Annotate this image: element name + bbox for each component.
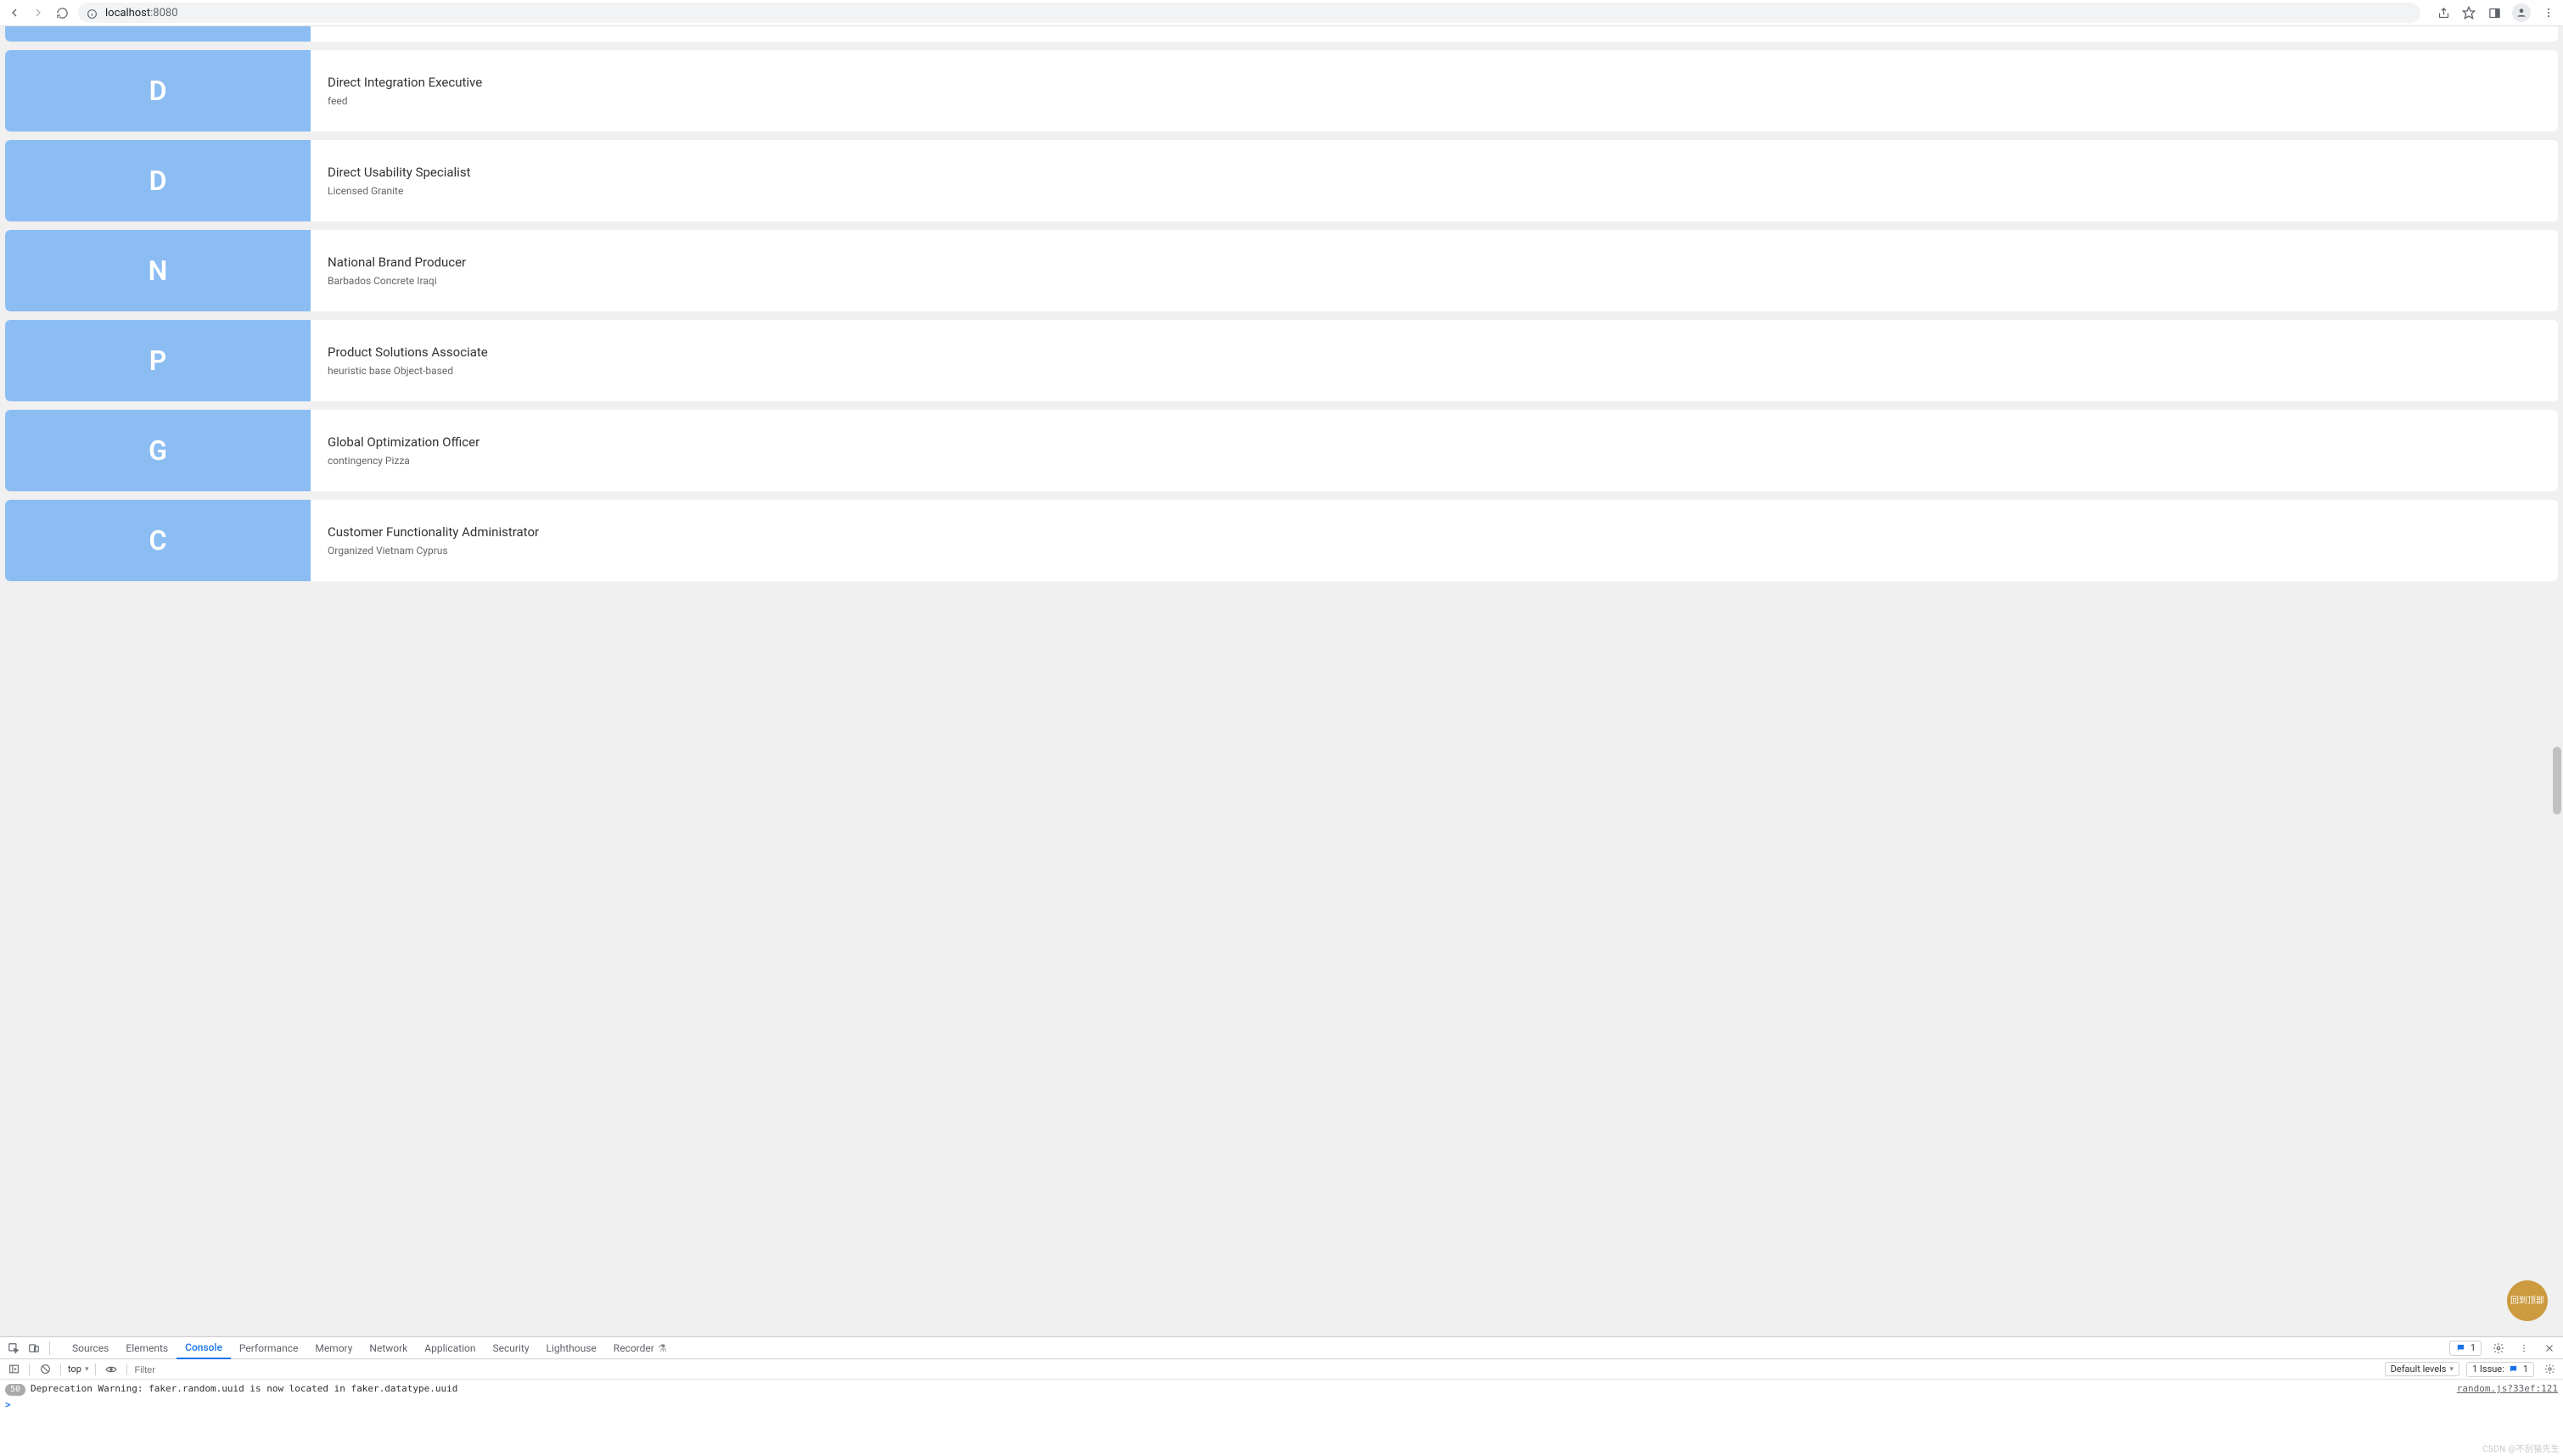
card-avatar: P bbox=[5, 320, 311, 401]
list-item[interactable] bbox=[5, 26, 2558, 42]
separator bbox=[126, 1364, 127, 1375]
message-count-badge: 50 bbox=[5, 1384, 25, 1396]
card-subtitle: contingency Pizza bbox=[328, 455, 2541, 467]
console-message-text: Deprecation Warning: faker.random.uuid i… bbox=[31, 1383, 2452, 1394]
console-prompt[interactable]: > bbox=[5, 1397, 2558, 1412]
page-viewport: D Direct Integration Executive feed D Di… bbox=[0, 26, 2563, 1336]
back-button[interactable] bbox=[7, 5, 22, 20]
tab-performance[interactable]: Performance bbox=[231, 1337, 306, 1359]
card-subtitle: feed bbox=[328, 95, 2541, 107]
log-levels-select[interactable]: Default levels bbox=[2385, 1362, 2459, 1376]
devtools-tabbar: Sources Elements Console Performance Mem… bbox=[0, 1337, 2563, 1359]
tab-sources[interactable]: Sources bbox=[64, 1337, 117, 1359]
side-panel-icon[interactable] bbox=[2487, 5, 2502, 20]
list-item[interactable]: C Customer Functionality Administrator O… bbox=[5, 500, 2558, 581]
clear-console-icon[interactable] bbox=[36, 1361, 53, 1378]
card-avatar bbox=[5, 26, 311, 42]
tab-recorder[interactable]: Recorder⚗ bbox=[605, 1337, 676, 1359]
bookmark-icon[interactable] bbox=[2461, 5, 2476, 20]
scroll-to-top-button[interactable]: 回到顶部 bbox=[2507, 1280, 2548, 1321]
card-avatar: D bbox=[5, 50, 311, 132]
separator bbox=[60, 1364, 61, 1375]
site-info-icon[interactable] bbox=[87, 7, 98, 19]
profile-avatar[interactable] bbox=[2512, 3, 2531, 22]
tab-elements[interactable]: Elements bbox=[117, 1337, 177, 1359]
card-avatar: D bbox=[5, 140, 311, 221]
devtools-more-icon[interactable] bbox=[2515, 1340, 2532, 1357]
url-text: localhost:8080 bbox=[105, 7, 178, 20]
tab-lighthouse[interactable]: Lighthouse bbox=[538, 1337, 605, 1359]
scroll-to-top-label: 回到顶部 bbox=[2510, 1296, 2544, 1306]
tab-network[interactable]: Network bbox=[361, 1337, 416, 1359]
tab-application[interactable]: Application bbox=[416, 1337, 484, 1359]
vertical-scrollbar[interactable] bbox=[2553, 26, 2561, 1336]
separator bbox=[95, 1364, 96, 1375]
message-icon bbox=[2508, 1364, 2520, 1375]
card-title: Global Optimization Officer bbox=[328, 434, 2541, 450]
device-toolbar-icon[interactable] bbox=[25, 1340, 42, 1357]
card-avatar: G bbox=[5, 410, 311, 491]
list-item[interactable]: D Direct Integration Executive feed bbox=[5, 50, 2558, 132]
card-avatar: N bbox=[5, 230, 311, 311]
card-avatar: C bbox=[5, 500, 311, 581]
card-title: Direct Usability Specialist bbox=[328, 165, 2541, 180]
console-message-row: 50 Deprecation Warning: faker.random.uui… bbox=[5, 1381, 2558, 1397]
console-output[interactable]: 50 Deprecation Warning: faker.random.uui… bbox=[0, 1380, 2563, 1456]
browser-toolbar: localhost:8080 bbox=[0, 0, 2563, 26]
console-toolbar: top Default levels 1 Issue: 1 bbox=[0, 1359, 2563, 1380]
forward-button[interactable] bbox=[31, 5, 46, 20]
devtools-settings-icon[interactable] bbox=[2490, 1340, 2507, 1357]
console-filter-input[interactable] bbox=[134, 1364, 287, 1375]
page-scroll[interactable]: D Direct Integration Executive feed D Di… bbox=[0, 26, 2563, 1336]
tab-security[interactable]: Security bbox=[485, 1337, 538, 1359]
card-title: Direct Integration Executive bbox=[328, 75, 2541, 90]
preview-icon: ⚗ bbox=[658, 1342, 667, 1354]
list-item[interactable]: G Global Optimization Officer contingenc… bbox=[5, 410, 2558, 491]
card-title: Customer Functionality Administrator bbox=[328, 524, 2541, 540]
card-list: D Direct Integration Executive feed D Di… bbox=[0, 26, 2563, 581]
list-item[interactable]: N National Brand Producer Barbados Concr… bbox=[5, 230, 2558, 311]
console-settings-icon[interactable] bbox=[2541, 1361, 2558, 1378]
address-bar[interactable]: localhost:8080 bbox=[78, 3, 2420, 23]
share-icon[interactable] bbox=[2436, 5, 2451, 20]
console-messages-badge[interactable]: 1 bbox=[2449, 1341, 2482, 1356]
list-item[interactable]: D Direct Usability Specialist Licensed G… bbox=[5, 140, 2558, 221]
scrollbar-thumb[interactable] bbox=[2553, 747, 2561, 815]
reload-button[interactable] bbox=[54, 5, 70, 20]
live-expression-icon[interactable] bbox=[103, 1361, 120, 1378]
card-title: National Brand Producer bbox=[328, 255, 2541, 270]
browser-menu-icon[interactable] bbox=[2541, 5, 2556, 20]
console-source-link[interactable]: random.js?33ef:121 bbox=[2457, 1383, 2558, 1394]
separator bbox=[49, 1341, 50, 1355]
separator bbox=[29, 1364, 30, 1375]
card-subtitle: Barbados Concrete Iraqi bbox=[328, 275, 2541, 287]
browser-right-actions bbox=[2429, 3, 2556, 22]
message-icon bbox=[2455, 1342, 2467, 1354]
devtools-close-icon[interactable] bbox=[2541, 1340, 2558, 1357]
card-subtitle: Licensed Granite bbox=[328, 185, 2541, 197]
inspect-element-icon[interactable] bbox=[5, 1340, 22, 1357]
console-sidebar-toggle-icon[interactable] bbox=[5, 1361, 22, 1378]
card-subtitle: Organized Vietnam Cyprus bbox=[328, 545, 2541, 557]
card-title: Product Solutions Associate bbox=[328, 344, 2541, 360]
card-subtitle: heuristic base Object-based bbox=[328, 365, 2541, 377]
tab-memory[interactable]: Memory bbox=[306, 1337, 361, 1359]
execution-context-select[interactable]: top bbox=[68, 1364, 88, 1375]
tab-console[interactable]: Console bbox=[177, 1337, 231, 1359]
issues-badge[interactable]: 1 Issue: 1 bbox=[2466, 1362, 2534, 1377]
list-item[interactable]: P Product Solutions Associate heuristic … bbox=[5, 320, 2558, 401]
devtools-panel: Sources Elements Console Performance Mem… bbox=[0, 1336, 2563, 1456]
